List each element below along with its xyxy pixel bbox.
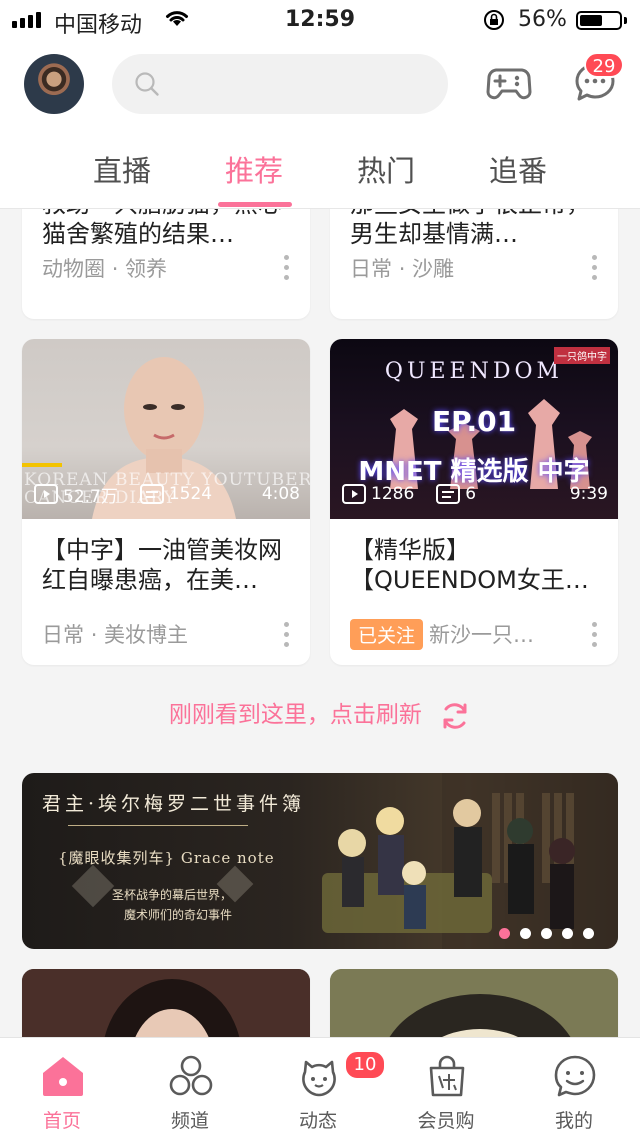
- banner-dot[interactable]: [499, 928, 510, 939]
- tag-category: 日常: [42, 623, 84, 647]
- play-count: 52.7万: [63, 486, 118, 507]
- video-tags: 日常 · 沙雕: [350, 257, 455, 281]
- top-header: 29 直播 推荐 热门 追番: [0, 40, 640, 209]
- nav-vip-shop[interactable]: 会员购: [396, 1038, 496, 1137]
- top-tabs: 直播 推荐 热门 追番: [0, 144, 640, 208]
- video-thumbnail: [330, 969, 618, 1037]
- danmaku-count: 1524: [168, 484, 213, 504]
- video-card[interactable]: QUEENDOM 一只鸽中字 EP.01 MNET 精选版 中字 1286 6: [330, 339, 618, 665]
- video-card[interactable]: 那些女生做了很正常，男生却基情满… 日常 · 沙雕: [330, 209, 618, 319]
- refresh-text: 刚刚看到这里，点击刷新: [168, 702, 422, 728]
- video-stats: 1286 6 9:39: [342, 481, 608, 507]
- banner-description: 圣杯战争的幕后世界， 魔术师们的奇幻事件: [112, 888, 233, 922]
- video-title: 【中字】一油管美妆网红自曝患癌，在美…: [42, 536, 282, 594]
- more-options-icon[interactable]: [284, 255, 290, 285]
- bottom-navigation: 首页 频道 动态 10 会员购 我的: [0, 1037, 640, 1137]
- video-stats: 52.7万 1524 4:08: [34, 481, 300, 507]
- banner-title: 君主·埃尔梅罗二世事件簿: [42, 793, 306, 815]
- battery-icon: [576, 11, 622, 30]
- tag-topic: 美妆博主: [104, 623, 189, 647]
- dynamic-icon: [302, 1060, 336, 1097]
- tag-category: 日常: [350, 257, 392, 281]
- nav-channel[interactable]: 频道: [140, 1038, 240, 1137]
- video-thumbnail: [22, 969, 310, 1037]
- search-bar[interactable]: [112, 54, 448, 116]
- gamepad-icon[interactable]: [486, 64, 532, 102]
- video-thumbnail: KOREAN BEAUTY YOUTUBER CANCER DIARY 52.7…: [22, 339, 310, 519]
- nav-home[interactable]: 首页: [12, 1038, 112, 1137]
- mine-icon: [554, 1055, 596, 1097]
- banner-dot[interactable]: [562, 928, 573, 939]
- video-thumbnail: QUEENDOM 一只鸽中字 EP.01 MNET 精选版 中字 1286 6: [330, 339, 618, 519]
- channel-icon: [169, 1055, 213, 1096]
- dynamic-badge: 10: [344, 1050, 386, 1080]
- banner-dot[interactable]: [541, 928, 552, 939]
- tab-recommend[interactable]: 推荐: [204, 148, 304, 190]
- video-tags: 动物圈 · 领养: [42, 257, 168, 281]
- tab-live[interactable]: 直播: [72, 148, 172, 190]
- tab-bangumi[interactable]: 追番: [468, 148, 568, 190]
- video-title: 【精华版】【QUEENDOM女王…: [350, 536, 589, 594]
- banner-pagination: [499, 928, 594, 939]
- more-options-icon[interactable]: [592, 622, 598, 652]
- tag-topic: 沙雕: [412, 257, 455, 281]
- avatar[interactable]: [24, 54, 84, 114]
- more-options-icon[interactable]: [592, 255, 598, 285]
- video-card[interactable]: 救助一只脂肪猫，黑心猫舍繁殖的结果… 动物圈 · 领养: [22, 209, 310, 319]
- danmaku-icon: [436, 484, 461, 504]
- video-duration: 9:39: [569, 484, 608, 504]
- play-count-icon: [342, 484, 366, 504]
- uploader-name[interactable]: 新沙一只…: [429, 623, 534, 647]
- rotation-lock-icon: [484, 10, 504, 30]
- uploader-info: 已关注 新沙一只…: [350, 619, 534, 650]
- tag-category: 动物圈: [42, 257, 105, 281]
- more-options-icon[interactable]: [284, 622, 290, 652]
- video-card[interactable]: [330, 969, 618, 1037]
- play-count-icon: [34, 484, 58, 504]
- video-card[interactable]: KOREAN BEAUTY YOUTUBER CANCER DIARY 52.7…: [22, 339, 310, 665]
- danmaku-icon: [139, 484, 164, 504]
- active-tab-indicator: [218, 202, 292, 207]
- status-bar: 中国移动 12:59 56%: [0, 0, 640, 40]
- banner-dot[interactable]: [583, 928, 594, 939]
- followed-badge: 已关注: [350, 619, 424, 650]
- play-count: 1286: [371, 484, 415, 504]
- video-card[interactable]: [22, 969, 310, 1037]
- shopping-bag-icon: [429, 1055, 465, 1097]
- banner-dot[interactable]: [520, 928, 531, 939]
- search-input[interactable]: [172, 54, 426, 116]
- danmaku-count: 6: [465, 484, 477, 504]
- refresh-prompt[interactable]: 刚刚看到这里，点击刷新: [0, 695, 640, 732]
- search-icon: [135, 72, 159, 96]
- battery-percent: 56%: [518, 7, 567, 32]
- tag-topic: 领养: [125, 257, 168, 281]
- video-duration: 4:08: [261, 484, 300, 504]
- refresh-icon: [443, 702, 467, 729]
- feed: 救助一只脂肪猫，黑心猫舍繁殖的结果… 动物圈 · 领养 那些女生做了很正常，男生…: [0, 209, 640, 1037]
- message-badge: 29: [584, 52, 624, 78]
- video-tags: 日常 · 美妆博主: [42, 623, 189, 647]
- home-icon: [43, 1057, 83, 1096]
- nav-mine[interactable]: 我的: [524, 1038, 624, 1137]
- tab-hot[interactable]: 热门: [336, 148, 436, 190]
- video-title: 那些女生做了很正常，男生却基情满…: [350, 209, 590, 248]
- promo-banner[interactable]: 君主·埃尔梅罗二世事件簿 {魔眼收集列车} Grace note 圣杯战争的幕后…: [22, 773, 618, 949]
- banner-subtitle: {魔眼收集列车} Grace note: [58, 849, 275, 867]
- video-title: 救助一只脂肪猫，黑心猫舍繁殖的结果…: [42, 209, 282, 248]
- thumbnail-episode: EP.01: [431, 405, 517, 438]
